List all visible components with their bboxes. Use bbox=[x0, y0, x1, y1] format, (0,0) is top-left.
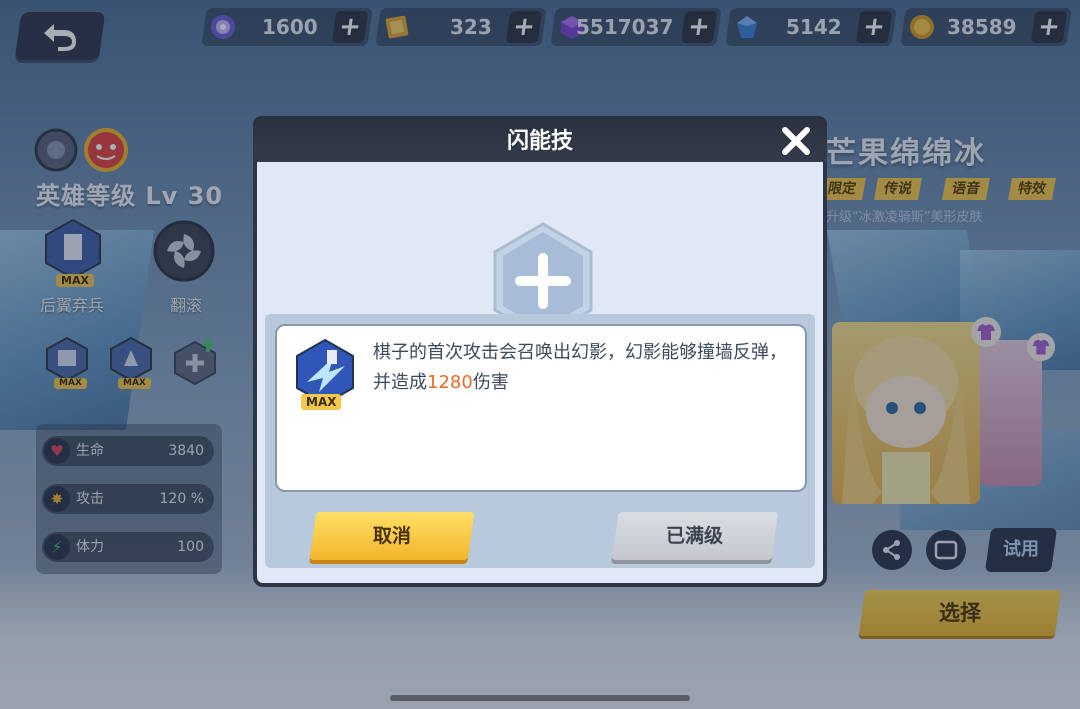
dialog-header: 闪能技 bbox=[253, 116, 827, 166]
skill-info-panel: MAX 棋子的首次攻击会召唤出幻影，幻影能够撞墙反弹，并造成1280伤害 取消 … bbox=[265, 314, 815, 568]
skill-max-badge: MAX bbox=[301, 394, 342, 410]
skill-description-box: MAX 棋子的首次攻击会召唤出幻影，幻影能够撞墙反弹，并造成1280伤害 bbox=[275, 324, 807, 492]
dialog-title: 闪能技 bbox=[506, 129, 573, 154]
skill-dialog: 闪能技 MAX 棋子的首次攻击会召唤出幻影，幻影能够撞墙反弹，并造成1280伤害… bbox=[253, 116, 827, 587]
damage-value: 1280 bbox=[427, 372, 473, 393]
maxed-label: 已满级 bbox=[666, 525, 724, 547]
cancel-label: 取消 bbox=[372, 525, 411, 547]
cancel-button[interactable]: 取消 bbox=[309, 512, 475, 560]
dialog-body: MAX 棋子的首次攻击会召唤出幻影，幻影能够撞墙反弹，并造成1280伤害 取消 … bbox=[253, 162, 827, 587]
game-screen: 1600 + 323 + 5517037 + 5142 + 38589 + 英雄… bbox=[0, 0, 1080, 709]
description-suffix: 伤害 bbox=[472, 372, 509, 393]
maxed-button[interactable]: 已满级 bbox=[611, 512, 779, 560]
home-indicator[interactable] bbox=[390, 695, 690, 701]
skill-description: 棋子的首次攻击会召唤出幻影，幻影能够撞墙反弹，并造成1280伤害 bbox=[373, 338, 803, 398]
close-icon[interactable] bbox=[779, 124, 813, 158]
